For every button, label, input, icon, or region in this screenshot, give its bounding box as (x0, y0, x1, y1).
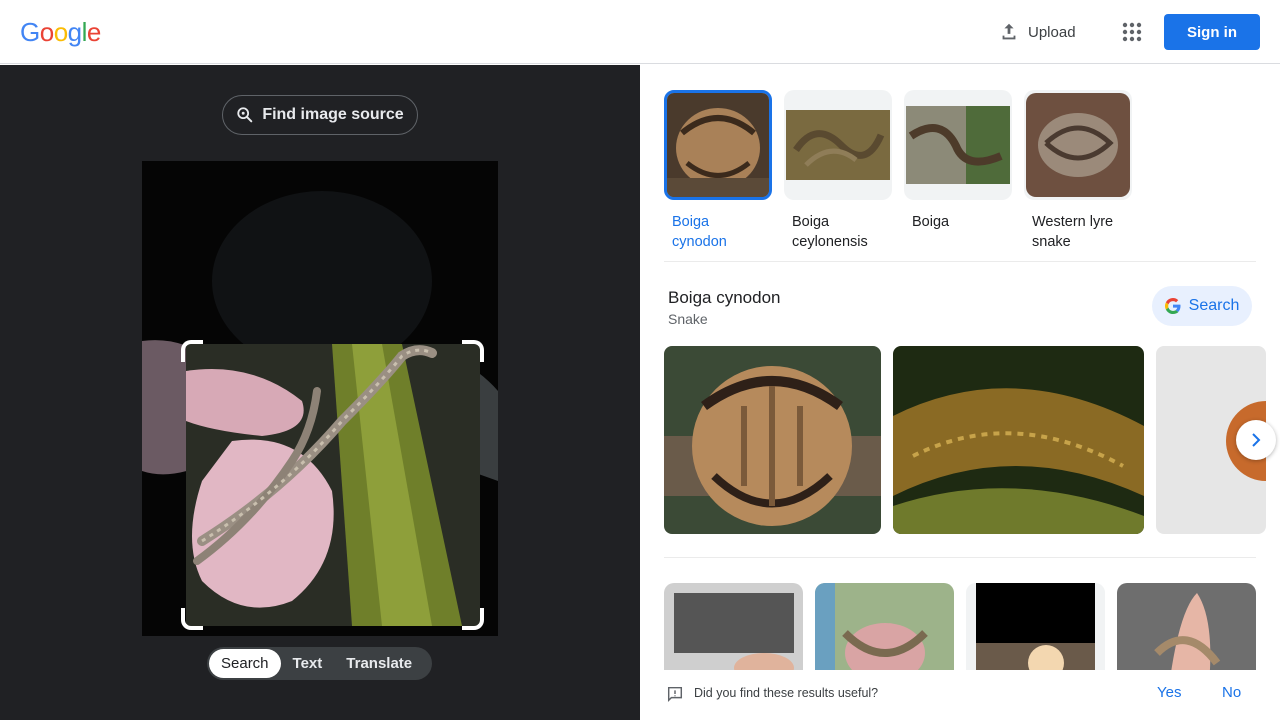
entity-search-button[interactable]: Search (1152, 286, 1252, 326)
match-chip[interactable]: Boiga cynodon (664, 90, 772, 252)
google-apps-button[interactable] (1114, 14, 1150, 50)
snake-photo-illustration (142, 161, 498, 636)
find-image-source-button[interactable]: Find image source (222, 95, 418, 135)
upload-button[interactable]: Upload (988, 14, 1086, 50)
match-label: Western lyre snake (1032, 214, 1114, 250)
crop-handle-bottom-right[interactable] (462, 608, 484, 630)
apps-grid-icon (1122, 22, 1142, 42)
lens-image-panel: Find image source Search Text Translate (0, 65, 640, 720)
gallery-image[interactable] (664, 346, 881, 534)
match-label: Boiga (912, 214, 950, 230)
top-bar: Google Upload Sign in (0, 0, 1280, 64)
uploaded-image (142, 161, 498, 636)
match-chip[interactable]: Boiga ceylonensis (784, 90, 892, 252)
match-chip[interactable]: Western lyre snake (1024, 90, 1132, 252)
feedback-no-button[interactable]: No (1222, 684, 1241, 701)
lens-search-icon (237, 107, 253, 123)
mode-search[interactable]: Search (209, 649, 281, 678)
match-label: Boiga ceylonensis (792, 214, 868, 250)
entity-search-label: Search (1188, 297, 1240, 314)
sign-in-button[interactable]: Sign in (1164, 14, 1260, 50)
entity-title: Boiga cynodon (668, 288, 781, 307)
match-label: Boiga cynodon (672, 214, 727, 250)
feedback-question: Did you find these results useful? (694, 686, 879, 700)
gallery-next-button[interactable] (1236, 420, 1276, 460)
visual-matches-row: Boiga cynodon Boiga ceylonensis Boiga We… (664, 90, 1132, 252)
match-thumbnail (664, 90, 772, 200)
match-thumbnail (784, 90, 892, 200)
crop-handle-top-right[interactable] (462, 340, 484, 362)
lens-mode-switcher: Search Text Translate (207, 647, 432, 680)
match-thumbnail (1024, 90, 1132, 200)
entity-subtitle: Snake (668, 311, 708, 327)
gallery-image[interactable] (893, 346, 1144, 534)
crop-handle-top-left[interactable] (181, 340, 203, 362)
google-logo[interactable]: Google (20, 17, 101, 48)
results-panel: Boiga cynodon Boiga ceylonensis Boiga We… (640, 65, 1280, 720)
crop-handle-bottom-left[interactable] (181, 608, 203, 630)
feedback-bar: Did you find these results useful? Yes N… (640, 670, 1280, 720)
find-image-source-label: Find image source (262, 106, 404, 123)
google-g-icon (1164, 298, 1181, 314)
mode-translate[interactable]: Translate (334, 649, 424, 678)
feedback-yes-button[interactable]: Yes (1157, 684, 1181, 701)
match-thumbnail (904, 90, 1012, 200)
upload-icon (1002, 23, 1016, 40)
entity-image-gallery (664, 346, 1266, 534)
mode-text[interactable]: Text (281, 649, 335, 678)
upload-label: Upload (1028, 23, 1076, 41)
chevron-right-icon (1252, 433, 1261, 447)
divider (664, 557, 1256, 558)
feedback-icon (667, 686, 683, 703)
match-chip[interactable]: Boiga (904, 90, 1012, 252)
divider (664, 261, 1256, 262)
